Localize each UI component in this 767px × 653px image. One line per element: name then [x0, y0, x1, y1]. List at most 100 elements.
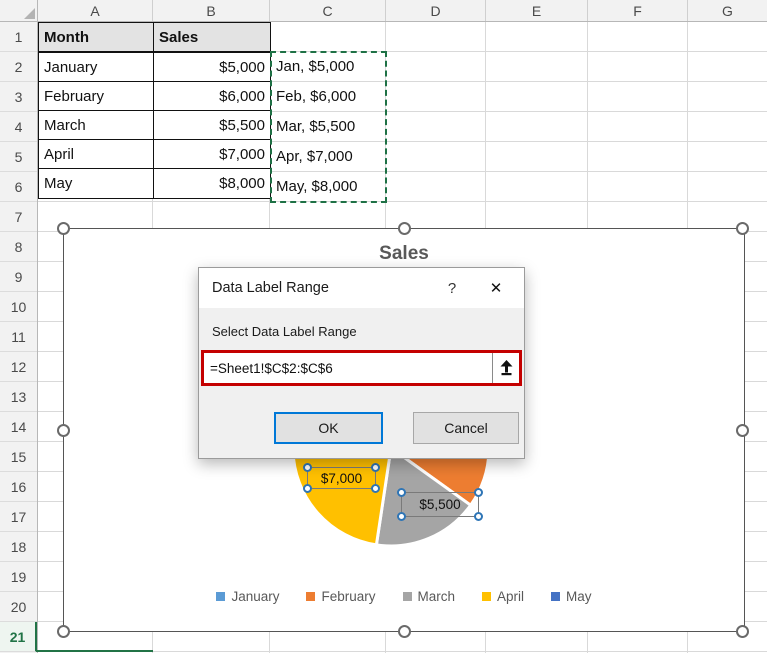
label-handle-icon[interactable]: [303, 484, 312, 493]
legend-swatch-may: [551, 592, 560, 601]
legend-item-february[interactable]: February: [306, 589, 375, 604]
table-header-row: Month Sales: [39, 23, 270, 53]
column-header-f[interactable]: F: [588, 0, 688, 21]
legend-item-march[interactable]: March: [403, 589, 456, 604]
legend-label: January: [231, 589, 279, 604]
table-row: January $5,000: [39, 53, 270, 82]
cell-a4[interactable]: March: [39, 111, 154, 140]
table-row: April $7,000: [39, 140, 270, 169]
label-handle-icon[interactable]: [371, 484, 380, 493]
chart-resize-handle[interactable]: [736, 424, 749, 437]
cell-a1[interactable]: Month: [39, 23, 154, 53]
legend-label: May: [566, 589, 592, 604]
cell-b2[interactable]: $5,000: [154, 53, 270, 82]
row-header-3[interactable]: 3: [0, 82, 37, 112]
data-label-range-dialog: Data Label Range ? ✕ Select Data Label R…: [198, 267, 525, 459]
column-header-e[interactable]: E: [486, 0, 588, 21]
row-header-18[interactable]: 18: [0, 532, 37, 562]
column-header-a[interactable]: A: [38, 0, 153, 21]
row-header-6[interactable]: 6: [0, 172, 37, 202]
cell-a5[interactable]: April: [39, 140, 154, 169]
cell-b6[interactable]: $8,000: [154, 169, 270, 198]
chart-resize-handle[interactable]: [57, 222, 70, 235]
legend-swatch-february: [306, 592, 315, 601]
range-input-box: [201, 350, 522, 386]
dialog-titlebar[interactable]: Data Label Range ? ✕: [199, 268, 524, 308]
table-row: May $8,000: [39, 169, 270, 198]
cell-b1[interactable]: Sales: [154, 23, 270, 53]
legend-swatch-january: [216, 592, 225, 601]
cell-c2[interactable]: Jan, $5,000: [271, 52, 385, 82]
legend-item-april[interactable]: April: [482, 589, 524, 604]
column-headers: A B C D E F G: [0, 0, 767, 22]
label-handle-icon[interactable]: [474, 512, 483, 521]
cancel-button[interactable]: Cancel: [413, 412, 519, 444]
legend-swatch-april: [482, 592, 491, 601]
row-header-19[interactable]: 19: [0, 562, 37, 592]
cell-c6[interactable]: May, $8,000: [271, 172, 385, 202]
help-icon[interactable]: ?: [430, 268, 474, 308]
row-header-20[interactable]: 20: [0, 592, 37, 622]
chart-resize-handle[interactable]: [57, 625, 70, 638]
row-header-2[interactable]: 2: [0, 52, 37, 82]
row-header-12[interactable]: 12: [0, 352, 37, 382]
column-header-c[interactable]: C: [270, 0, 386, 21]
row-header-14[interactable]: 14: [0, 412, 37, 442]
chart-resize-handle[interactable]: [398, 625, 411, 638]
spreadsheet: A B C D E F G 1 2 3 4 5 6 7 8 9 10 11 12…: [0, 0, 767, 653]
row-header-10[interactable]: 10: [0, 292, 37, 322]
cell-b5[interactable]: $7,000: [154, 140, 270, 169]
table-row: March $5,500: [39, 111, 270, 140]
chart-resize-handle[interactable]: [736, 625, 749, 638]
legend-label: March: [418, 589, 456, 604]
label-handle-icon[interactable]: [303, 463, 312, 472]
data-table: Month Sales January $5,000 February $6,0…: [38, 22, 271, 199]
row-header-13[interactable]: 13: [0, 382, 37, 412]
cell-c5[interactable]: Apr, $7,000: [271, 142, 385, 172]
column-header-b[interactable]: B: [153, 0, 270, 21]
select-all-corner[interactable]: [0, 0, 38, 21]
ok-button[interactable]: OK: [274, 412, 383, 444]
dialog-title: Data Label Range: [199, 280, 430, 296]
legend-item-may[interactable]: May: [551, 589, 592, 604]
label-handle-icon[interactable]: [371, 463, 380, 472]
cell-a6[interactable]: May: [39, 169, 154, 198]
row-header-7[interactable]: 7: [0, 202, 37, 232]
chart-resize-handle[interactable]: [736, 222, 749, 235]
legend-swatch-march: [403, 592, 412, 601]
cell-a3[interactable]: February: [39, 82, 154, 111]
row-header-17[interactable]: 17: [0, 502, 37, 532]
chart-legend[interactable]: January February March April May: [64, 589, 744, 604]
cell-a2[interactable]: January: [39, 53, 154, 82]
data-label-april[interactable]: $7,000: [307, 467, 376, 489]
legend-label: April: [497, 589, 524, 604]
row-header-15[interactable]: 15: [0, 442, 37, 472]
range-input[interactable]: [204, 353, 492, 383]
legend-item-january[interactable]: January: [216, 589, 279, 604]
row-header-8[interactable]: 8: [0, 232, 37, 262]
row-header-16[interactable]: 16: [0, 472, 37, 502]
cell-b4[interactable]: $5,500: [154, 111, 270, 140]
row-header-4[interactable]: 4: [0, 112, 37, 142]
close-icon[interactable]: ✕: [474, 268, 518, 308]
cell-b3[interactable]: $6,000: [154, 82, 270, 111]
chart-resize-handle[interactable]: [398, 222, 411, 235]
data-label-march[interactable]: $5,500: [401, 492, 479, 517]
cell-c4[interactable]: Mar, $5,500: [271, 112, 385, 142]
row-header-21[interactable]: 21: [0, 622, 37, 652]
row-header-9[interactable]: 9: [0, 262, 37, 292]
chart-resize-handle[interactable]: [57, 424, 70, 437]
column-header-d[interactable]: D: [386, 0, 486, 21]
cell-c3[interactable]: Feb, $6,000: [271, 82, 385, 112]
label-handle-icon[interactable]: [474, 488, 483, 497]
row-header-11[interactable]: 11: [0, 322, 37, 352]
column-header-g[interactable]: G: [688, 0, 767, 21]
collapse-arrow-icon: [499, 360, 514, 376]
label-handle-icon[interactable]: [397, 512, 406, 521]
label-handle-icon[interactable]: [397, 488, 406, 497]
select-all-triangle-icon: [24, 8, 35, 19]
collapse-dialog-button[interactable]: [492, 353, 519, 383]
legend-label: February: [321, 589, 375, 604]
row-header-1[interactable]: 1: [0, 22, 37, 52]
row-header-5[interactable]: 5: [0, 142, 37, 172]
